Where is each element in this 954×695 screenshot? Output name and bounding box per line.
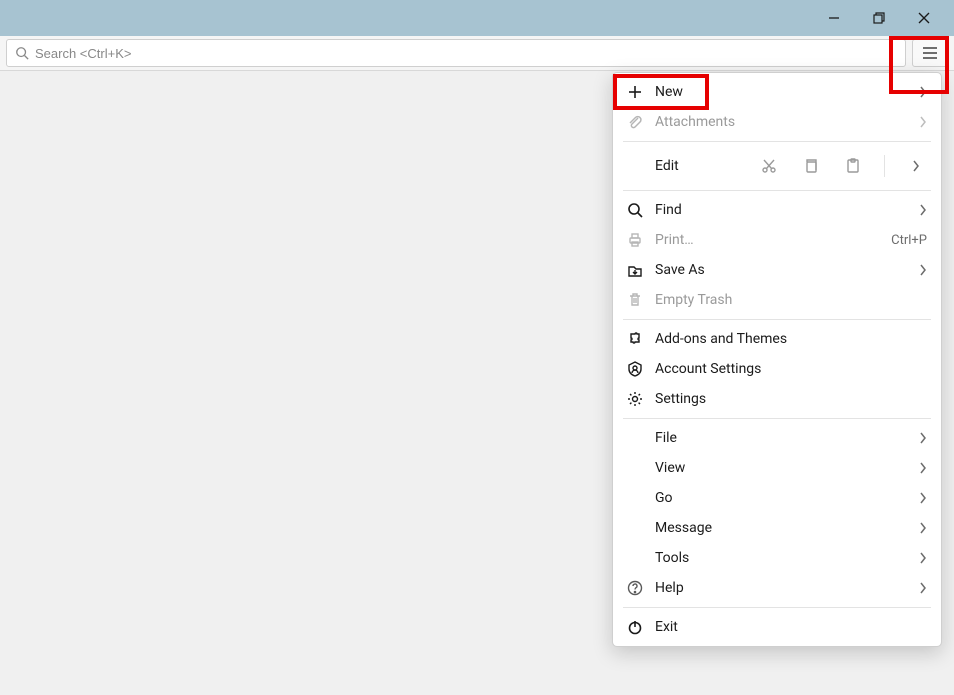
menu-divider <box>623 319 931 320</box>
menu-label: Add-ons and Themes <box>655 331 927 347</box>
chevron-right-icon <box>911 116 927 128</box>
chevron-right-icon <box>912 160 920 172</box>
chevron-right-icon <box>911 552 927 564</box>
menu-label: Go <box>655 490 911 506</box>
menu-label: Settings <box>655 391 927 407</box>
menu-label: Edit <box>655 158 758 174</box>
menu-label: Save As <box>655 262 911 278</box>
paste-button[interactable] <box>842 155 864 177</box>
menu-item-new[interactable]: New <box>613 77 941 107</box>
menu-divider <box>623 141 931 142</box>
menu-item-edit: Edit <box>613 146 941 186</box>
edit-actions <box>758 155 927 177</box>
plus-icon <box>627 84 655 100</box>
search-container[interactable] <box>6 39 906 67</box>
chevron-right-icon <box>911 582 927 594</box>
edit-separator <box>884 155 885 177</box>
puzzle-icon <box>627 331 655 347</box>
menu-item-file[interactable]: File <box>613 423 941 453</box>
chevron-right-icon <box>911 522 927 534</box>
menu-item-empty-trash: Empty Trash <box>613 285 941 315</box>
copy-icon <box>803 158 819 174</box>
menu-item-attachments: Attachments <box>613 107 941 137</box>
minimize-button[interactable] <box>811 3 856 33</box>
app-menu-button[interactable] <box>912 39 948 67</box>
menu-item-message[interactable]: Message <box>613 513 941 543</box>
paste-icon <box>845 158 861 174</box>
gear-icon <box>627 391 655 407</box>
menu-item-help[interactable]: Help <box>613 573 941 603</box>
menu-item-save-as[interactable]: Save As <box>613 255 941 285</box>
menu-divider <box>623 607 931 608</box>
chevron-right-icon <box>911 204 927 216</box>
maximize-button[interactable] <box>856 3 901 33</box>
save-icon <box>627 262 655 278</box>
close-button[interactable] <box>901 3 946 33</box>
chevron-right-icon <box>911 432 927 444</box>
menu-label: Attachments <box>655 114 911 130</box>
menu-item-find[interactable]: Find <box>613 195 941 225</box>
chevron-right-icon <box>911 492 927 504</box>
menu-label: New <box>655 84 911 100</box>
toolbar <box>0 36 954 71</box>
menu-divider <box>623 190 931 191</box>
menu-item-settings[interactable]: Settings <box>613 384 941 414</box>
chevron-right-icon <box>911 264 927 276</box>
minimize-icon <box>828 12 840 24</box>
menu-label: Help <box>655 580 911 596</box>
search-input[interactable] <box>35 46 897 61</box>
help-icon <box>627 580 655 596</box>
attachment-icon <box>627 114 655 130</box>
menu-label: Find <box>655 202 911 218</box>
copy-button[interactable] <box>800 155 822 177</box>
cut-button[interactable] <box>758 155 780 177</box>
power-icon <box>627 619 655 635</box>
menu-item-exit[interactable]: Exit <box>613 612 941 642</box>
chevron-right-icon <box>911 86 927 98</box>
print-icon <box>627 232 655 248</box>
menu-label: Empty Trash <box>655 292 927 308</box>
scissors-icon <box>761 158 777 174</box>
menu-label: View <box>655 460 911 476</box>
find-icon <box>627 202 655 218</box>
menu-item-account-settings[interactable]: Account Settings <box>613 354 941 384</box>
edit-submenu-button[interactable] <box>905 155 927 177</box>
close-icon <box>918 12 930 24</box>
menu-label: Message <box>655 520 911 536</box>
maximize-icon <box>873 12 885 24</box>
menu-label: Account Settings <box>655 361 927 377</box>
menu-item-print: Print… Ctrl+P <box>613 225 941 255</box>
hamburger-icon <box>922 46 938 60</box>
menu-divider <box>623 418 931 419</box>
menu-label: Exit <box>655 619 927 635</box>
menu-item-addons[interactable]: Add-ons and Themes <box>613 324 941 354</box>
menu-shortcut: Ctrl+P <box>891 233 927 248</box>
trash-icon <box>627 292 655 308</box>
titlebar <box>0 0 954 36</box>
app-menu: New Attachments Edit <box>612 72 942 647</box>
menu-label: Print… <box>655 232 883 248</box>
chevron-right-icon <box>911 462 927 474</box>
search-icon <box>15 46 29 60</box>
menu-item-view[interactable]: View <box>613 453 941 483</box>
menu-label: Tools <box>655 550 911 566</box>
account-icon <box>627 361 655 377</box>
menu-item-tools[interactable]: Tools <box>613 543 941 573</box>
menu-item-go[interactable]: Go <box>613 483 941 513</box>
menu-label: File <box>655 430 911 446</box>
